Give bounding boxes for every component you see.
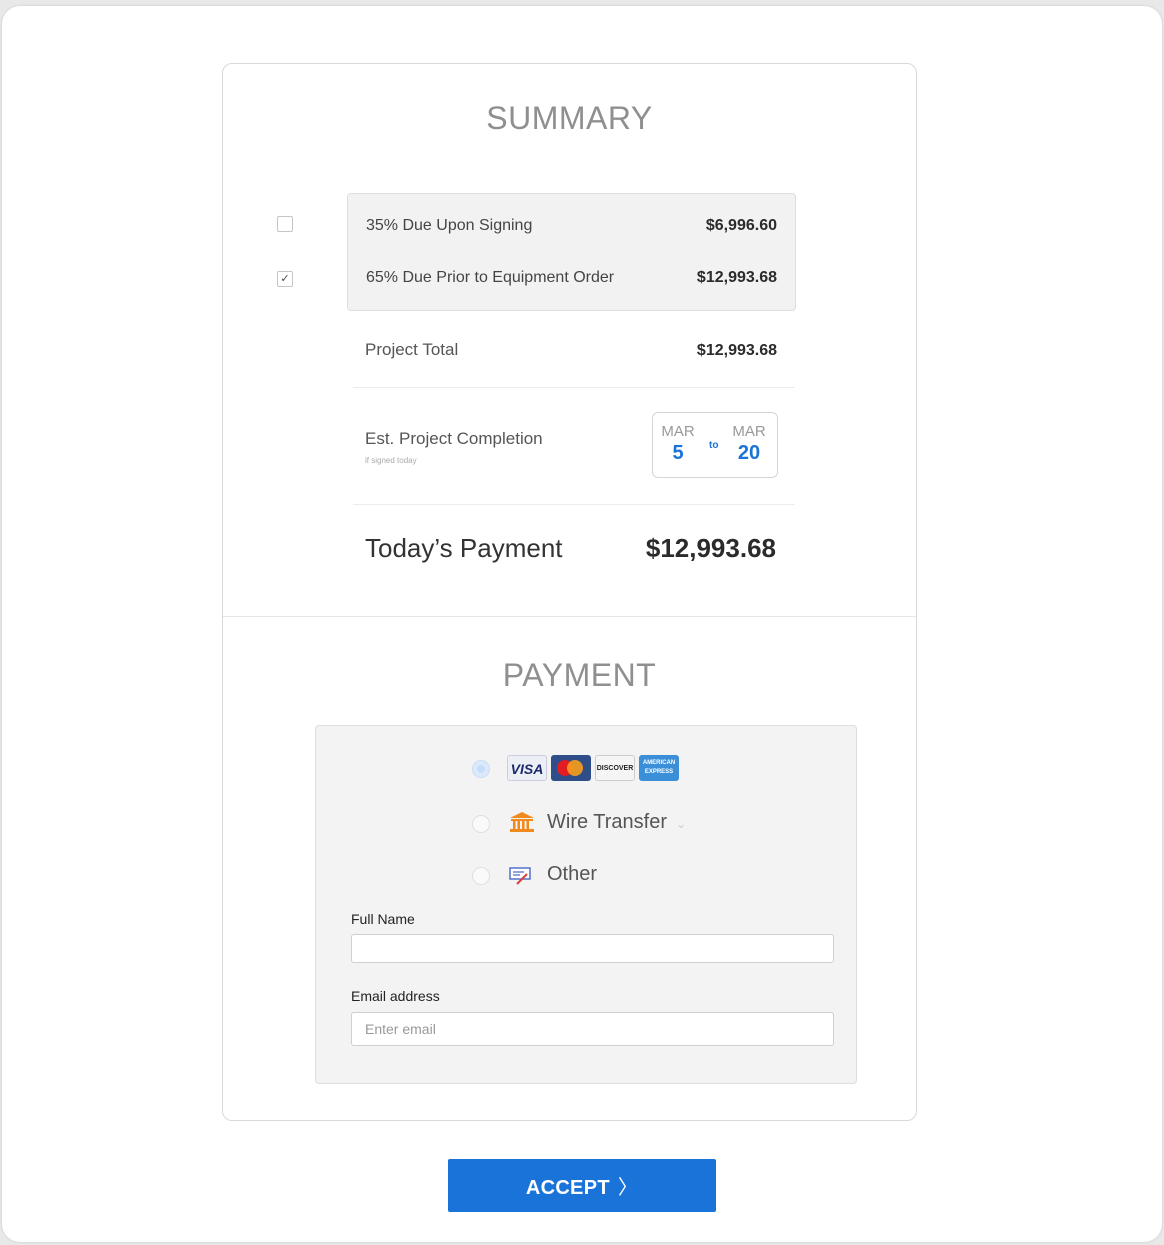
completion-label: Est. Project Completion [365,429,543,448]
due-signing-checkbox[interactable] [277,216,293,232]
project-total-label: Project Total [365,340,459,359]
completion-sublabel: if signed today [365,456,417,465]
date-from-month: MAR [661,423,695,440]
todays-payment-label: Today’s Payment [365,533,563,563]
date-to-day: 20 [737,442,761,464]
full-name-label: Full Name [351,911,415,927]
divider [353,387,795,388]
accept-button[interactable]: ACCEPT 〉 [448,1159,716,1212]
chevron-down-icon[interactable]: ⌄ [676,817,686,831]
other-label[interactable]: Other [547,863,597,886]
page-frame: SUMMARY ✓ 35% Due Upon Signing $6,996.60… [2,6,1162,1242]
project-total-amount: $12,993.68 [696,342,777,359]
payment-title: PAYMENT [502,657,657,693]
visa-icon: VISA [507,755,547,781]
chevron-right-icon: 〉 [617,1177,639,1199]
email-input[interactable] [351,1012,834,1046]
email-label: Email address [351,988,440,1004]
due-item-amount: $6,996.60 [705,217,777,234]
due-equipment-checkbox[interactable]: ✓ [277,271,293,287]
other-radio[interactable] [472,867,490,885]
wire-transfer-label[interactable]: Wire Transfer [547,811,667,834]
card-radio[interactable] [472,760,490,778]
completion-date-range: MAR 5 to MAR 20 [652,412,778,478]
summary-title: SUMMARY [486,100,653,136]
due-item-row: 35% Due Upon Signing $6,996.60 [366,217,777,241]
payment-methods-box: VISA DISCOVER AMERICAN EXPRESS Wire Tran… [315,725,857,1084]
date-to-month: MAR [732,423,766,440]
due-item-amount: $12,993.68 [696,269,777,286]
due-item-row: 65% Due Prior to Equipment Order $12,993… [366,269,777,293]
date-from-day: 5 [672,442,684,464]
due-item-label: 35% Due Upon Signing [366,217,533,234]
amex-icon: AMERICAN EXPRESS [639,755,679,781]
todays-payment-amount: $12,993.68 [645,533,776,563]
mastercard-icon [551,755,591,781]
section-divider [223,616,916,617]
bank-icon [510,812,534,832]
due-items-box: 35% Due Upon Signing $6,996.60 65% Due P… [347,193,796,311]
due-item-label: 65% Due Prior to Equipment Order [366,269,615,286]
date-from: MAR 5 [658,423,698,465]
accept-button-label: ACCEPT [525,1177,610,1199]
check-payment-icon [509,867,531,885]
date-to-label: to [709,440,719,451]
discover-icon: DISCOVER [595,755,635,781]
wire-transfer-radio[interactable] [472,815,490,833]
full-name-input[interactable] [351,934,834,963]
date-to: MAR 20 [729,423,769,465]
summary-payment-card: SUMMARY ✓ 35% Due Upon Signing $6,996.60… [222,63,917,1121]
divider [353,504,795,505]
